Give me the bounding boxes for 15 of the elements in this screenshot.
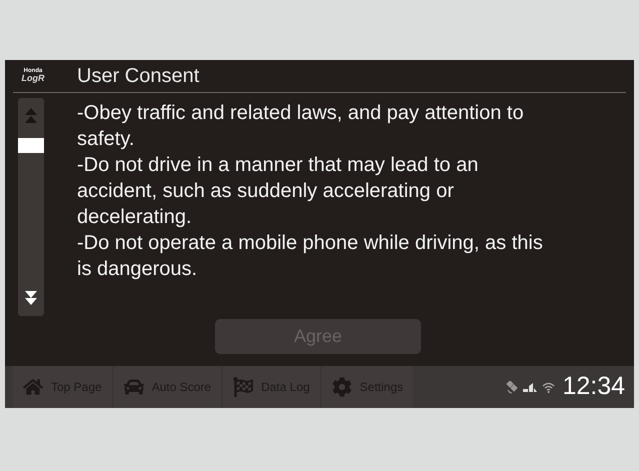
logo-product: LogR — [22, 74, 44, 84]
consent-paragraph: -Do not drive in a manner that may lead to an accident, such as suddenly accelerating or decelerating. — [77, 152, 480, 230]
scroll-thumb[interactable] — [18, 138, 44, 153]
consent-paragraph: -Do not operate a mobile phone while driving, as this is dangerous. — [77, 230, 544, 282]
consent-paragraph: -Obey traffic and related laws, and pay attention to safety. — [77, 100, 525, 152]
settings-icon — [332, 377, 352, 398]
window-title: User Consent — [77, 64, 200, 89]
car-icon — [124, 377, 144, 398]
scroll-down-icon[interactable] — [25, 290, 37, 306]
scrollbar[interactable] — [18, 98, 44, 316]
wifi-icon — [542, 382, 556, 393]
clock: 12:34 — [562, 371, 625, 402]
house-icon — [23, 377, 43, 398]
checkered-flag-icon — [233, 377, 254, 398]
signal-icon — [523, 382, 538, 392]
